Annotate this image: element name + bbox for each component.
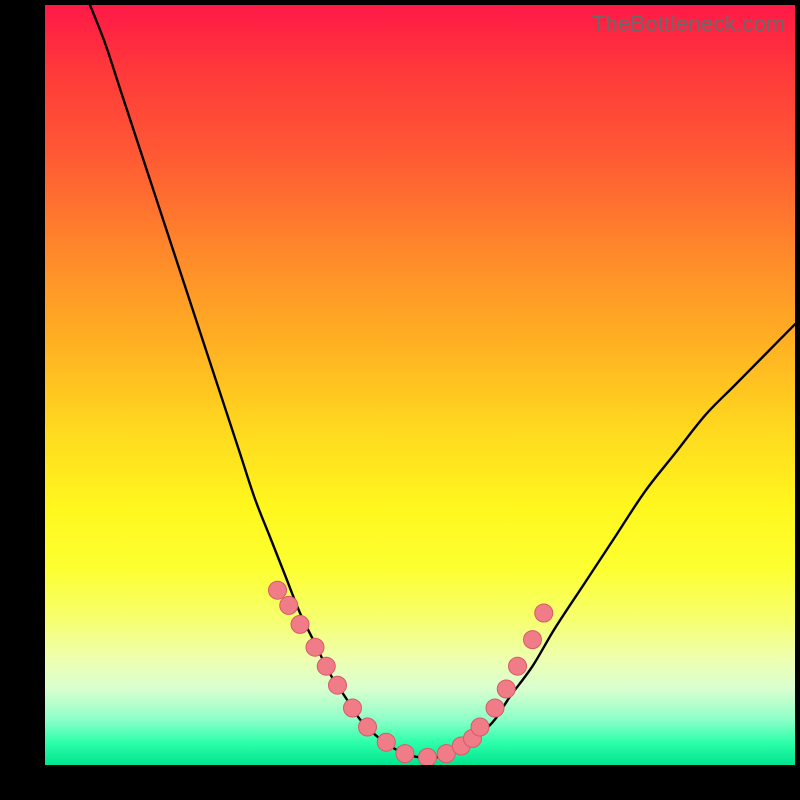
data-point [509,657,527,675]
data-point [497,680,515,698]
data-point [359,718,377,736]
sample-points [269,581,553,765]
data-point [377,733,395,751]
data-point [344,699,362,717]
data-point [486,699,504,717]
data-point [524,631,542,649]
chart-svg [45,5,795,765]
data-point [291,615,309,633]
data-point [396,745,414,763]
data-point [306,638,324,656]
plot-area: TheBottleneck.com [45,5,795,765]
data-point [471,718,489,736]
data-point [329,676,347,694]
data-point [269,581,287,599]
chart-frame: TheBottleneck.com [0,0,800,800]
bottleneck-curve [90,5,795,758]
data-point [535,604,553,622]
data-point [419,748,437,765]
data-point [280,596,298,614]
data-point [317,657,335,675]
